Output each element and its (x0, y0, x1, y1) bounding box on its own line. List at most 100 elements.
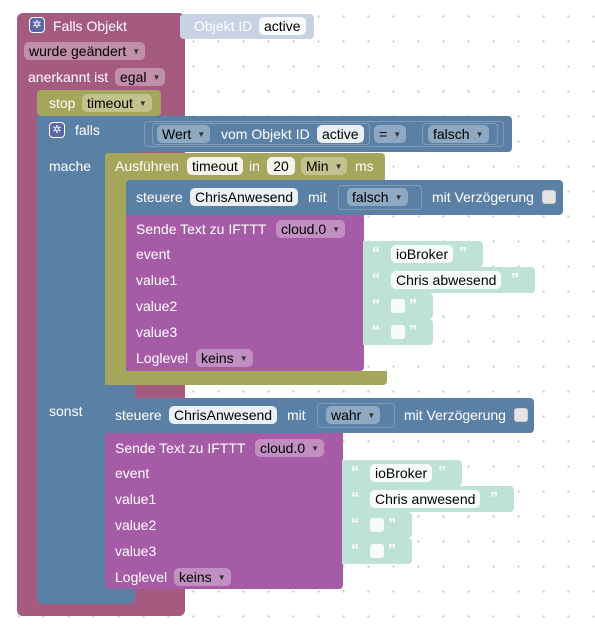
quote-close-icon: ” (438, 464, 446, 481)
timeout-bottom-cap (105, 371, 387, 385)
timeout-left-arm (105, 153, 126, 385)
falls-label: falls (75, 122, 100, 138)
value3-empty-field[interactable] (391, 325, 405, 339)
anerkannt-label: anerkannt ist (28, 69, 109, 85)
unit-value: Min (306, 158, 329, 174)
dropdown-arrow-icon: ▼ (132, 47, 141, 57)
quote-open-icon: “ (351, 464, 359, 481)
value2-label: value2 (115, 517, 157, 533)
operator-dropdown[interactable]: = ▼ (374, 125, 407, 143)
wurde-geaendert-value: wurde geändert (29, 43, 127, 59)
ifttt-instance: cloud.0 (260, 440, 306, 456)
quote-close-icon: ” (409, 297, 417, 314)
quote-open-icon: “ (351, 516, 359, 533)
ifttt-instance: cloud.0 (281, 221, 327, 237)
verzoegerung-checkbox[interactable] (542, 190, 556, 204)
ifttt-instance-dropdown[interactable]: cloud.0 ▼ (276, 220, 346, 238)
dropdown-arrow-icon: ▼ (197, 130, 206, 140)
steuere-object[interactable]: ChrisAnwesend (169, 406, 278, 424)
dropdown-arrow-icon: ▼ (239, 354, 248, 364)
value1-label: value1 (136, 272, 178, 288)
value3-label: value3 (115, 543, 157, 559)
compare-value: falsch (433, 126, 470, 142)
quote-close-icon: ” (409, 323, 417, 340)
quote-close-icon: ” (388, 516, 396, 533)
steuere-value-dropdown[interactable]: wahr ▼ (326, 406, 381, 424)
value1-value[interactable]: Chris abwesend (391, 271, 502, 289)
value1-label: value1 (115, 491, 157, 507)
loglevel-dropdown[interactable]: keins ▼ (174, 568, 231, 586)
value2-empty-field[interactable] (391, 299, 405, 313)
dropdown-arrow-icon: ▼ (393, 130, 402, 140)
ifttt-title: Sende Text zu IFTTT (136, 221, 267, 237)
value1-value[interactable]: Chris anwesend (370, 490, 481, 508)
quote-close-icon: ” (490, 490, 498, 507)
steuere-object[interactable]: ChrisAnwesend (190, 188, 299, 206)
loglevel-label: Loglevel (115, 569, 168, 585)
stop-label: stop (49, 95, 76, 111)
in-label: in (249, 158, 260, 174)
objekt-id-label: Objekt ID (194, 18, 253, 34)
dropdown-arrow-icon: ▼ (138, 99, 147, 109)
sonst-label: sonst (49, 403, 83, 419)
ifttt-title: Sende Text zu IFTTT (115, 440, 246, 456)
steuere-value-dropdown[interactable]: falsch ▼ (347, 188, 408, 206)
ifttt-instance-dropdown[interactable]: cloud.0 ▼ (255, 439, 325, 457)
stop-timeout-value: timeout (87, 95, 133, 111)
steuere-label: steuere (136, 189, 183, 205)
anerkannt-dropdown[interactable]: egal ▼ (115, 68, 166, 86)
event-label: event (136, 246, 171, 262)
steuere-value: wahr (331, 407, 362, 423)
delay-value[interactable]: 20 (267, 157, 295, 175)
ausfuehren-label: Ausführen (115, 158, 179, 174)
event-label: event (115, 465, 150, 481)
quote-open-icon: “ (351, 490, 359, 507)
dropdown-arrow-icon: ▼ (332, 225, 341, 235)
dropdown-arrow-icon: ▼ (334, 162, 343, 172)
compare-object-id[interactable]: active (317, 125, 364, 143)
dropdown-arrow-icon: ▼ (217, 573, 226, 583)
timeout-name[interactable]: timeout (187, 157, 243, 175)
dropdown-arrow-icon: ▼ (152, 73, 161, 83)
loglevel-value: keins (179, 569, 212, 585)
quote-close-icon: ” (511, 271, 519, 288)
value2-label: value2 (136, 298, 178, 314)
vom-objekt-label: vom Objekt ID (221, 126, 310, 142)
anerkannt-value: egal (120, 69, 147, 85)
ifttt-block-1[interactable] (126, 215, 364, 371)
stop-timeout-dropdown[interactable]: timeout ▼ (82, 94, 152, 112)
dropdown-arrow-icon: ▼ (394, 193, 403, 203)
wert-value: Wert (162, 126, 192, 142)
value2-empty-field[interactable] (370, 518, 384, 532)
steuere-value: falsch (352, 189, 389, 205)
verzoegerung-label: mit Verzögerung (432, 189, 534, 205)
quote-close-icon: ” (388, 542, 396, 559)
value3-empty-field[interactable] (370, 544, 384, 558)
dropdown-arrow-icon: ▼ (475, 130, 484, 140)
objekt-id-value[interactable]: active (259, 17, 306, 35)
quote-open-icon: “ (372, 323, 380, 340)
mache-label: mache (49, 158, 92, 174)
gear-icon[interactable]: ✲ (29, 17, 45, 33)
event-value[interactable]: ioBroker (370, 464, 433, 482)
value3-label: value3 (136, 324, 178, 340)
mit-label: mit (287, 407, 306, 423)
falls-objekt-label: Falls Objekt (53, 18, 127, 34)
loglevel-dropdown[interactable]: keins ▼ (196, 349, 253, 367)
loglevel-value: keins (201, 350, 234, 366)
verzoegerung-checkbox[interactable] (514, 408, 528, 422)
wurde-geaendert-dropdown[interactable]: wurde geändert ▼ (24, 42, 146, 60)
wert-dropdown[interactable]: Wert ▼ (157, 125, 211, 143)
verzoegerung-label: mit Verzögerung (404, 407, 506, 423)
mit-label: mit (308, 189, 327, 205)
gear-icon[interactable]: ✲ (49, 122, 65, 138)
unit-dropdown[interactable]: Min ▼ (301, 157, 348, 175)
quote-close-icon: ” (459, 245, 467, 262)
quote-open-icon: “ (372, 297, 380, 314)
quote-open-icon: “ (372, 271, 380, 288)
ms-label: ms (355, 158, 374, 174)
compare-value-dropdown[interactable]: falsch ▼ (428, 125, 489, 143)
event-value[interactable]: ioBroker (391, 245, 454, 263)
quote-open-icon: “ (372, 245, 380, 262)
operator-value: = (379, 126, 388, 142)
